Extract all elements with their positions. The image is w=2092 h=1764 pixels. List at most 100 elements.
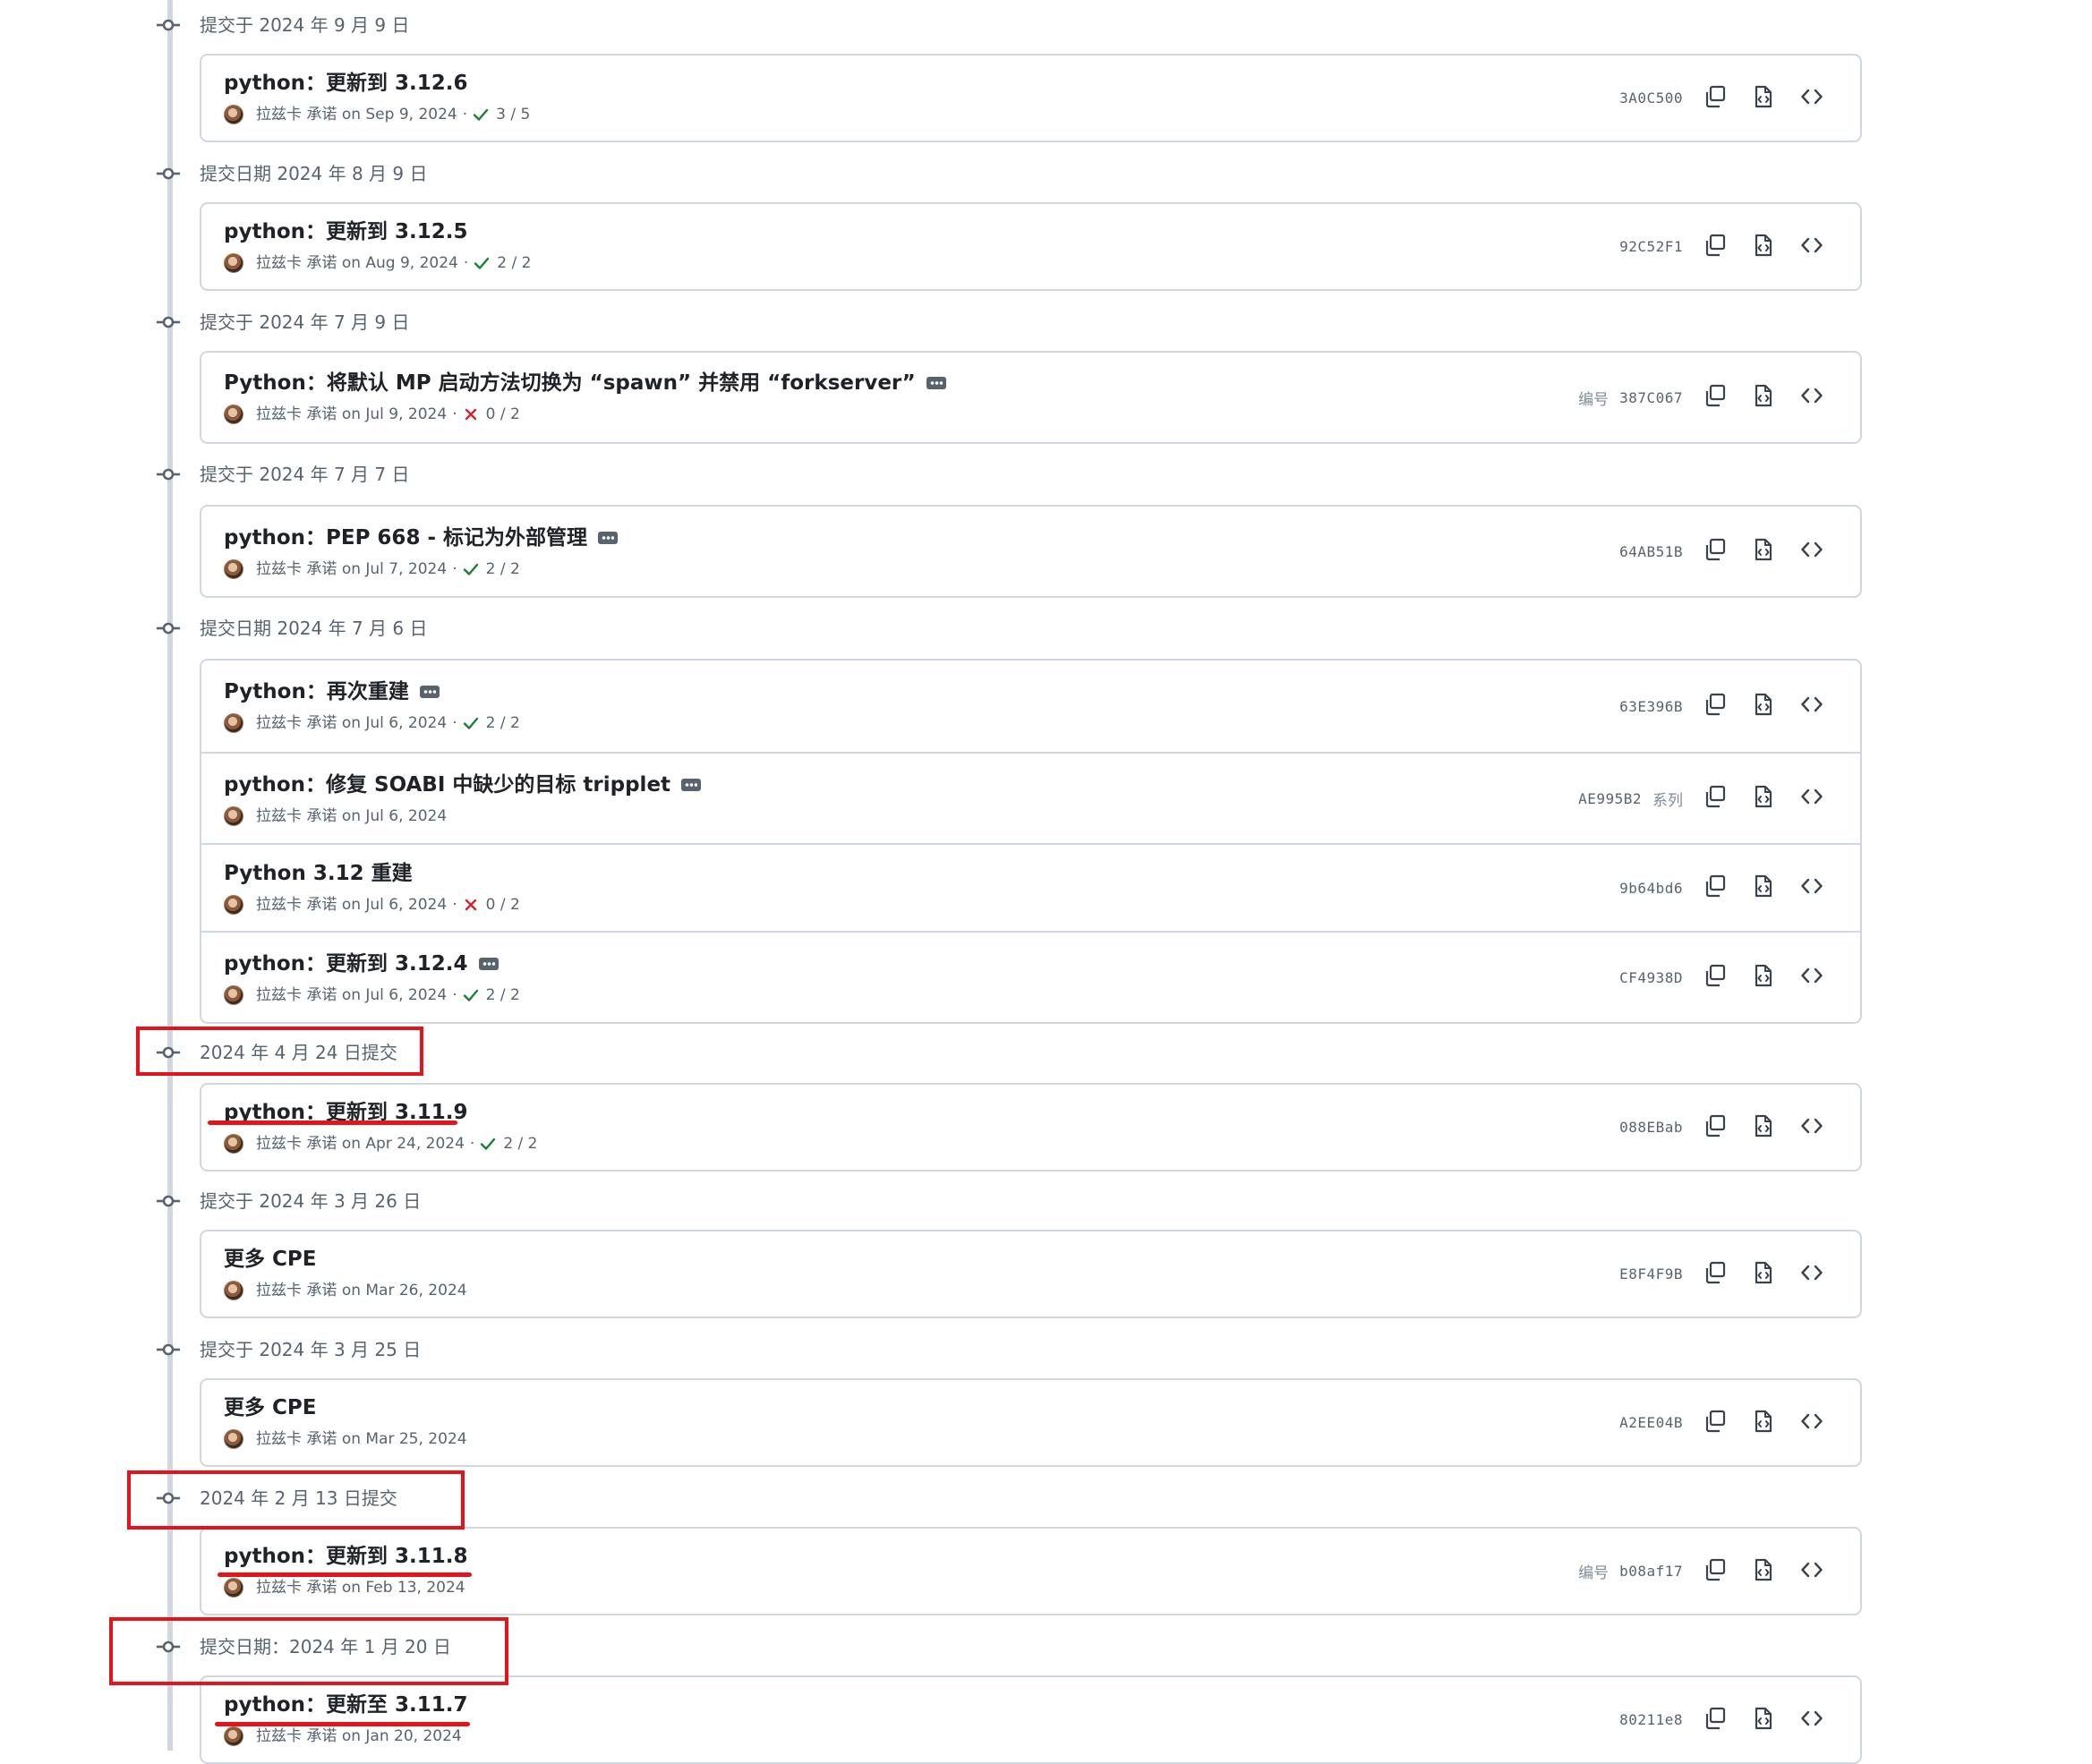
avatar[interactable] bbox=[224, 559, 243, 579]
kebab-ellipsis-icon[interactable] bbox=[681, 779, 702, 791]
copy-sha-button[interactable] bbox=[1699, 782, 1731, 814]
avatar[interactable] bbox=[224, 806, 243, 826]
browse-repository-button[interactable] bbox=[1796, 872, 1828, 904]
checks-status[interactable]: 0 / 2 bbox=[463, 894, 520, 916]
commit-row[interactable]: Python：将默认 MP 启动方法切换为 “spawn” 并禁用 “forks… bbox=[201, 353, 1860, 442]
commit-sha-link[interactable]: A2EE04B bbox=[1619, 1414, 1683, 1431]
commit-row[interactable]: python：更新到 3.11.8 拉兹卡 承诺 on Feb 13, 2024… bbox=[201, 1529, 1860, 1614]
browse-repository-button[interactable] bbox=[1796, 782, 1828, 814]
avatar[interactable] bbox=[224, 105, 243, 124]
checks-status[interactable]: 2 / 2 bbox=[463, 984, 520, 1006]
commit-sha-link[interactable]: 92C52F1 bbox=[1619, 238, 1683, 255]
commit-title-link[interactable]: Python 3.12 重建 bbox=[224, 860, 413, 887]
browse-repository-button[interactable] bbox=[1796, 690, 1828, 722]
commit-sha-link[interactable]: 387C067 bbox=[1619, 389, 1683, 406]
kebab-ellipsis-icon[interactable] bbox=[598, 532, 619, 544]
copy-sha-button[interactable] bbox=[1699, 1555, 1731, 1588]
kebab-ellipsis-icon[interactable] bbox=[926, 377, 946, 389]
browse-repository-button[interactable] bbox=[1796, 1704, 1828, 1736]
commit-sha-link[interactable]: b08af17 bbox=[1619, 1563, 1683, 1580]
commit-row[interactable]: Python：再次重建 拉兹卡 承诺 on Jul 6, 2024 · 2 / 2… bbox=[201, 660, 1860, 752]
commit-sha-link[interactable]: 9b64bd6 bbox=[1619, 880, 1683, 897]
commit-sha-link[interactable]: 63E396B bbox=[1619, 698, 1683, 715]
commit-row[interactable]: python：PEP 668 - 标记为外部管理 拉兹卡 承诺 on Jul 7… bbox=[201, 507, 1860, 596]
view-commit-details-button[interactable] bbox=[1747, 82, 1780, 115]
kebab-ellipsis-icon[interactable] bbox=[478, 958, 499, 970]
view-commit-details-button[interactable] bbox=[1747, 872, 1780, 904]
commit-title-link[interactable]: python：更新至 3.11.7 bbox=[224, 1692, 468, 1718]
browse-repository-button[interactable] bbox=[1796, 1112, 1828, 1144]
commit-title-link[interactable]: Python：再次重建 bbox=[224, 678, 409, 705]
commit-author[interactable]: 拉兹卡 承诺 bbox=[256, 1280, 337, 1301]
avatar[interactable] bbox=[224, 985, 243, 1005]
commit-sha-link[interactable]: 80211e8 bbox=[1619, 1711, 1683, 1728]
checks-status[interactable]: 3 / 5 bbox=[473, 104, 530, 125]
commit-title-link[interactable]: python：更新到 3.12.5 bbox=[224, 218, 468, 245]
commit-title-link[interactable]: python：更新到 3.12.6 bbox=[224, 70, 468, 97]
commit-title-link[interactable]: Python：将默认 MP 启动方法切换为 “spawn” 并禁用 “forks… bbox=[224, 370, 916, 396]
view-commit-details-button[interactable] bbox=[1747, 535, 1780, 567]
commit-sha-link[interactable]: 3A0C500 bbox=[1619, 89, 1683, 107]
copy-sha-button[interactable] bbox=[1699, 872, 1731, 904]
copy-sha-button[interactable] bbox=[1699, 1112, 1731, 1144]
copy-sha-button[interactable] bbox=[1699, 961, 1731, 993]
copy-sha-button[interactable] bbox=[1699, 231, 1731, 263]
copy-sha-button[interactable] bbox=[1699, 82, 1731, 115]
commit-author[interactable]: 拉兹卡 承诺 bbox=[256, 558, 337, 580]
commit-author[interactable]: 拉兹卡 承诺 bbox=[256, 252, 337, 274]
browse-repository-button[interactable] bbox=[1796, 231, 1828, 263]
commit-title-link[interactable]: python：PEP 668 - 标记为外部管理 bbox=[224, 524, 587, 551]
commit-title-link[interactable]: python：更新到 3.11.8 bbox=[224, 1543, 468, 1570]
browse-repository-button[interactable] bbox=[1796, 1258, 1828, 1291]
commit-author[interactable]: 拉兹卡 承诺 bbox=[256, 805, 337, 827]
commit-author[interactable]: 拉兹卡 承诺 bbox=[256, 404, 337, 425]
commit-title-link[interactable]: 更多 CPE bbox=[224, 1246, 316, 1273]
commit-row[interactable]: python：更新到 3.12.4 拉兹卡 承诺 on Jul 6, 2024 ·… bbox=[201, 931, 1860, 1022]
avatar[interactable] bbox=[224, 1726, 243, 1746]
commit-row[interactable]: Python 3.12 重建 拉兹卡 承诺 on Jul 6, 2024 · 0 … bbox=[201, 843, 1860, 931]
commit-sha-link[interactable]: CF4938D bbox=[1619, 969, 1683, 986]
browse-repository-button[interactable] bbox=[1796, 381, 1828, 413]
view-commit-details-button[interactable] bbox=[1747, 231, 1780, 263]
copy-sha-button[interactable] bbox=[1699, 1258, 1731, 1291]
commit-row[interactable]: python：修复 SOABI 中缺少的目标 tripplet 拉兹卡 承诺 o… bbox=[201, 752, 1860, 843]
commit-row[interactable]: 更多 CPE 拉兹卡 承诺 on Mar 25, 2024 A2EE04B bbox=[201, 1380, 1860, 1465]
commit-author[interactable]: 拉兹卡 承诺 bbox=[256, 104, 337, 125]
commit-author[interactable]: 拉兹卡 承诺 bbox=[256, 712, 337, 734]
commit-author[interactable]: 拉兹卡 承诺 bbox=[256, 984, 337, 1006]
avatar[interactable] bbox=[224, 253, 243, 273]
commit-sha-link[interactable]: 64AB51B bbox=[1619, 543, 1683, 560]
view-commit-details-button[interactable] bbox=[1747, 961, 1780, 993]
avatar[interactable] bbox=[224, 1281, 243, 1300]
checks-status[interactable]: 2 / 2 bbox=[463, 558, 520, 580]
browse-repository-button[interactable] bbox=[1796, 1407, 1828, 1439]
commit-author[interactable]: 拉兹卡 承诺 bbox=[256, 1428, 337, 1450]
view-commit-details-button[interactable] bbox=[1747, 1555, 1780, 1588]
commit-author[interactable]: 拉兹卡 承诺 bbox=[256, 1133, 337, 1155]
commit-sha-link[interactable]: E8F4F9B bbox=[1619, 1265, 1683, 1283]
copy-sha-button[interactable] bbox=[1699, 1704, 1731, 1736]
view-commit-details-button[interactable] bbox=[1747, 1407, 1780, 1439]
checks-status[interactable]: 2 / 2 bbox=[474, 252, 531, 274]
copy-sha-button[interactable] bbox=[1699, 1407, 1731, 1439]
avatar[interactable] bbox=[224, 1578, 243, 1598]
view-commit-details-button[interactable] bbox=[1747, 690, 1780, 722]
checks-status[interactable]: 0 / 2 bbox=[463, 404, 520, 425]
avatar[interactable] bbox=[224, 895, 243, 915]
avatar[interactable] bbox=[224, 405, 243, 424]
browse-repository-button[interactable] bbox=[1796, 82, 1828, 115]
copy-sha-button[interactable] bbox=[1699, 690, 1731, 722]
commit-author[interactable]: 拉兹卡 承诺 bbox=[256, 1726, 337, 1747]
commit-sha-link[interactable]: AE995B2 bbox=[1578, 790, 1642, 807]
commit-row[interactable]: 更多 CPE 拉兹卡 承诺 on Mar 26, 2024 E8F4F9B bbox=[201, 1231, 1860, 1317]
avatar[interactable] bbox=[224, 1134, 243, 1154]
commit-row[interactable]: python：更新至 3.11.7 拉兹卡 承诺 on Jan 20, 2024… bbox=[201, 1677, 1860, 1762]
view-commit-details-button[interactable] bbox=[1747, 1258, 1780, 1291]
commit-row[interactable]: python：更新到 3.12.5 拉兹卡 承诺 on Aug 9, 2024 ·… bbox=[201, 204, 1860, 289]
kebab-ellipsis-icon[interactable] bbox=[419, 686, 440, 698]
view-commit-details-button[interactable] bbox=[1747, 782, 1780, 814]
commit-title-link[interactable]: python：修复 SOABI 中缺少的目标 tripplet bbox=[224, 771, 670, 798]
copy-sha-button[interactable] bbox=[1699, 535, 1731, 567]
commit-author[interactable]: 拉兹卡 承诺 bbox=[256, 1577, 337, 1598]
commit-sha-link[interactable]: 088EBab bbox=[1619, 1119, 1683, 1136]
